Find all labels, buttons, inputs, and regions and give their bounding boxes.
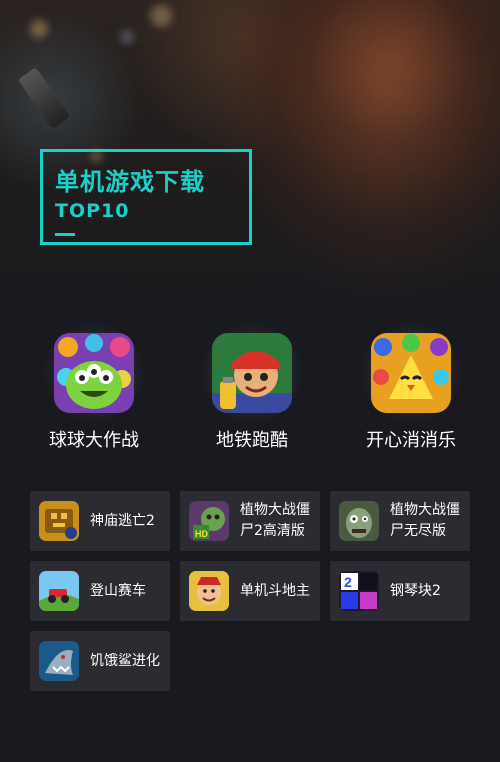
temple-run-icon (39, 501, 79, 541)
title-box: 单机游戏下载 TOP10 (40, 149, 252, 245)
featured-game-1[interactable]: 球球大作战 (34, 313, 154, 452)
hungry-shark-icon (39, 641, 79, 681)
featured-game-2[interactable]: 地铁跑酷 (192, 313, 312, 452)
game-card-pvz-endless[interactable]: 植物大战僵 尸无尽版 (330, 491, 470, 551)
bokeh-light (30, 20, 48, 38)
piano-tiles-icon: 2 (339, 571, 379, 611)
yellow-chick-icon (371, 333, 451, 413)
subway-surfer-icon (212, 333, 292, 413)
game-card-label: 饥饿鲨进化 (90, 652, 160, 669)
featured-game-3[interactable]: 开心消消乐 (351, 313, 471, 452)
featured-game-name: 球球大作战 (49, 430, 139, 451)
game-card-label: 钢琴块2 (390, 582, 441, 599)
green-monster-icon (54, 333, 134, 413)
game-card-landlord[interactable]: 单机斗地主 (180, 561, 320, 621)
game-card-label: 单机斗地主 (240, 582, 310, 599)
hero-photo (215, 0, 500, 300)
page-subtitle: TOP10 (55, 200, 130, 222)
game-card-temple-run[interactable]: 神庙逃亡2 (30, 491, 170, 551)
featured-game-name: 开心消消乐 (366, 430, 456, 451)
bokeh-light (120, 30, 134, 44)
game-card-piano-tiles[interactable]: 2 钢琴块2 (330, 561, 470, 621)
game-card-pvz2[interactable]: HD 植物大战僵 尸2高清版 (180, 491, 320, 551)
game-card-label: 植物大战僵 尸无尽版 (390, 502, 460, 539)
landlord-icon (189, 571, 229, 611)
pvz2-icon: HD (189, 501, 229, 541)
game-card-label: 植物大战僵 尸2高清版 (240, 502, 310, 539)
bokeh-light (150, 5, 172, 27)
game-card-hungry-shark[interactable]: 饥饿鲨进化 (30, 631, 170, 691)
game-card-hill-climb[interactable]: 登山赛车 (30, 561, 170, 621)
hill-climb-icon (39, 571, 79, 611)
svg-text:HD: HD (195, 529, 208, 539)
svg-text:2: 2 (344, 574, 352, 590)
phone-in-hand (17, 67, 71, 129)
title-underline (55, 233, 75, 236)
game-card-label: 登山赛车 (90, 582, 146, 599)
pvz-zombie-icon (339, 501, 379, 541)
game-card-label: 神庙逃亡2 (90, 512, 155, 529)
page-title: 单机游戏下载 (55, 168, 205, 196)
featured-game-name: 地铁跑酷 (216, 430, 288, 451)
